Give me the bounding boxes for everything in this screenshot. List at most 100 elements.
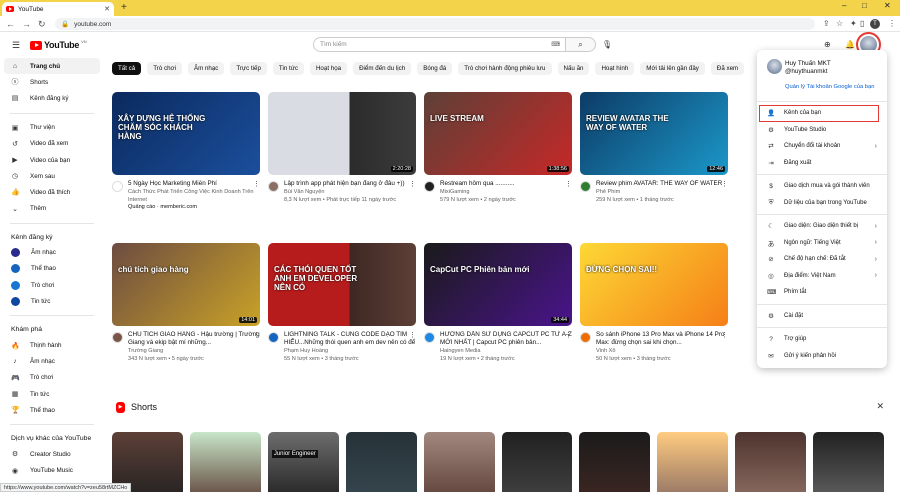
video-card[interactable]: 2:20:28 Lập trình app phát hiện bạn đang … — [268, 92, 416, 204]
dismiss-shorts-icon[interactable]: ✕ — [876, 401, 884, 412]
channel-avatar[interactable] — [112, 332, 123, 343]
video-thumbnail[interactable]: LIVE STREAM 1:38:56 — [424, 92, 572, 175]
short-card[interactable] — [423, 432, 495, 492]
menu-item-switch-account[interactable]: ⇄ Chuyển đổi tài khoản › — [757, 138, 887, 155]
sidebar-item-your-videos[interactable]: ▶ Video của bạn — [0, 152, 104, 168]
sidebar-item-gaming[interactable]: 🎮 Trò chơi — [0, 370, 104, 386]
video-card[interactable]: REVIEW AVATAR THE WAY OF WATER 12:46 Revie… — [580, 92, 728, 204]
chip-1[interactable]: Trò chơi — [147, 62, 182, 75]
sidebar-item-shorts[interactable]: ⓢ Shorts — [0, 74, 104, 90]
video-card[interactable]: chú tích giao hàng 14:01 CHÚ TÍCH GIAO HÀN… — [112, 243, 260, 363]
sidebar-item-library[interactable]: ▣ Thư viện — [0, 120, 104, 136]
manage-google-account-link[interactable]: Quản lý Tài khoản Google của bạn — [785, 84, 887, 90]
menu-item-restricted[interactable]: ⊘ Chế độ hạn chế: Đã tắt › — [757, 251, 887, 268]
menu-item-keyboard[interactable]: ⌨ Phím tắt — [757, 284, 887, 301]
short-card[interactable] — [501, 432, 573, 492]
sidebar-item-trending[interactable]: 🔥 Thịnh hành — [0, 337, 104, 353]
browser-tab[interactable]: YouTube ✕ — [2, 2, 114, 16]
maximize-icon[interactable]: □ — [862, 1, 867, 10]
channel-avatar[interactable] — [424, 332, 435, 343]
channel-name[interactable]: Trường Giang — [128, 347, 260, 355]
channel-avatar[interactable] — [424, 181, 435, 192]
channel-avatar[interactable] — [112, 181, 123, 192]
reload-icon[interactable]: ↻ — [38, 19, 46, 29]
menu-item-user[interactable]: 👤 Kênh của bạn — [759, 105, 879, 122]
sidebar-item-channel[interactable]: Thể thao — [0, 261, 104, 277]
chip-6[interactable]: Điểm đến du lịch — [353, 62, 412, 75]
sidebar-item-chevron-down[interactable]: ⌄ Thêm — [0, 201, 104, 217]
chip-11[interactable]: Mới tải lên gần đây — [640, 62, 705, 75]
sidebar-item-music[interactable]: ♪ Âm nhạc — [0, 354, 104, 370]
video-card[interactable]: XÂY DỰNG HỆ THỐNG CHĂM SÓC KHÁCH HÀNG 5 N… — [112, 92, 260, 210]
channel-name[interactable]: Haingyen Media — [440, 347, 572, 355]
menu-item-globe[interactable]: ◎ Địa điểm: Việt Nam › — [757, 268, 887, 285]
menu-item-moon[interactable]: ☾ Giao diện: Giao diện thiết bị › — [757, 218, 887, 235]
new-tab-icon[interactable]: + — [121, 2, 127, 13]
channel-name[interactable]: Phạm Huy Hoàng — [284, 347, 416, 355]
search-input[interactable]: Tìm kiếm ⌨ — [313, 37, 566, 52]
sidebar-item-home[interactable]: ⌂ Trang chủ — [4, 58, 100, 75]
menu-item-studio[interactable]: ⚙ YouTube Studio — [757, 122, 887, 139]
more-actions-icon[interactable]: ⋮ — [409, 331, 416, 339]
sidebar-item-channel[interactable]: Âm nhạc — [0, 245, 104, 261]
search-button[interactable]: ⌕ — [566, 37, 596, 52]
window-close-icon[interactable]: ✕ — [884, 1, 891, 10]
short-card[interactable] — [189, 432, 261, 492]
forward-icon[interactable]: → — [22, 19, 31, 29]
video-title[interactable]: 5 Ngày Học Marketing Miễn Phí — [128, 180, 260, 188]
channel-avatar[interactable] — [268, 181, 279, 192]
menu-item-help[interactable]: ? Trợ giúp — [757, 331, 887, 348]
menu-item-dollar[interactable]: $ Giao dịch mua và gói thành viên — [757, 178, 887, 195]
chip-0[interactable]: Tất cả — [112, 62, 142, 75]
chip-3[interactable]: Trực tiếp — [230, 62, 267, 75]
video-card[interactable]: CapCut PC Phiên bản mới 34:44 HƯỚNG DẪN SỬ… — [424, 243, 572, 363]
chip-2[interactable]: Âm nhạc — [187, 62, 225, 75]
menu-item-sign-out[interactable]: ⇥ Đăng xuất — [757, 155, 887, 172]
channel-name[interactable]: Bùi Văn Nguyện — [284, 188, 416, 196]
short-card[interactable] — [735, 432, 807, 492]
minimize-icon[interactable]: – — [842, 1, 846, 10]
channel-avatar[interactable] — [268, 332, 279, 343]
video-thumbnail[interactable]: 2:20:28 — [268, 92, 416, 175]
more-actions-icon[interactable]: ⋮ — [253, 180, 260, 188]
sidebar-item-subscriptions[interactable]: ▤ Kênh đăng ký — [0, 90, 104, 106]
chip-4[interactable]: Tin tức — [272, 62, 304, 75]
video-thumbnail[interactable]: chú tích giao hàng 14:01 — [112, 243, 260, 326]
more-actions-icon[interactable]: ⋮ — [409, 180, 416, 188]
short-card[interactable] — [657, 432, 729, 492]
chip-7[interactable]: Bóng đá — [417, 62, 453, 75]
chip-5[interactable]: Hoạt họa — [309, 62, 348, 75]
menu-hamburger-icon[interactable]: ☰ — [12, 40, 20, 51]
browser-menu-icon[interactable]: ⋮ — [888, 19, 896, 28]
channel-name[interactable]: Vinh Xô — [596, 347, 728, 355]
video-thumbnail[interactable]: ĐỪNG CHỌN SAI!! — [580, 243, 728, 326]
bookmark-star-icon[interactable]: ☆ — [836, 19, 843, 28]
sidepanel-icon[interactable]: ▯ — [860, 19, 864, 28]
more-actions-icon[interactable]: ⋮ — [721, 180, 728, 188]
video-title[interactable]: Restream hôm qua ........... — [440, 180, 572, 188]
more-actions-icon[interactable]: ⋮ — [565, 331, 572, 339]
sidebar-item-studio[interactable]: ⚙ Creator Studio — [0, 446, 104, 462]
menu-item-translate[interactable]: あ Ngôn ngữ: Tiếng Việt › — [757, 235, 887, 252]
sidebar-item-watch-later[interactable]: ◷ Xem sau — [0, 168, 104, 184]
chip-10[interactable]: Hoạt hình — [595, 62, 635, 75]
channel-name[interactable]: Phê Phim — [596, 188, 728, 196]
short-card[interactable] — [579, 432, 651, 492]
keyboard-icon[interactable]: ⌨ — [551, 41, 560, 48]
menu-item-feedback[interactable]: ✉ Gửi ý kiến phản hồi — [757, 348, 887, 365]
back-icon[interactable]: ← — [6, 19, 15, 29]
video-title[interactable]: Lập trình app phát hiện bạn đang ở đâu +… — [284, 180, 416, 188]
sidebar-item-liked[interactable]: 👍 Video đã thích — [0, 184, 104, 200]
more-actions-icon[interactable]: ⋮ — [721, 331, 728, 339]
channel-avatar[interactable] — [580, 181, 591, 192]
chip-12[interactable]: Đã xem — [710, 62, 745, 75]
video-title[interactable]: LIGHTNING TALK - CÙNG CODE DẠO TÌM HIỂU.… — [284, 331, 416, 347]
video-card[interactable]: LIVE STREAM 1:38:56 Restream hôm qua .....… — [424, 92, 572, 204]
video-thumbnail[interactable]: XÂY DỰNG HỆ THỐNG CHĂM SÓC KHÁCH HÀNG — [112, 92, 260, 175]
tab-close-icon[interactable]: ✕ — [104, 5, 110, 13]
sidebar-item-sports[interactable]: 🏆 Thể thao — [0, 402, 104, 418]
sidebar-item-channel[interactable]: Tin tức — [0, 293, 104, 309]
channel-avatar[interactable] — [580, 332, 591, 343]
mic-icon[interactable]: 🎙 — [602, 40, 612, 49]
video-thumbnail[interactable]: CÁC THÓI QUEN TỐT ANH EM DEVELOPER NÊN C… — [268, 243, 416, 326]
